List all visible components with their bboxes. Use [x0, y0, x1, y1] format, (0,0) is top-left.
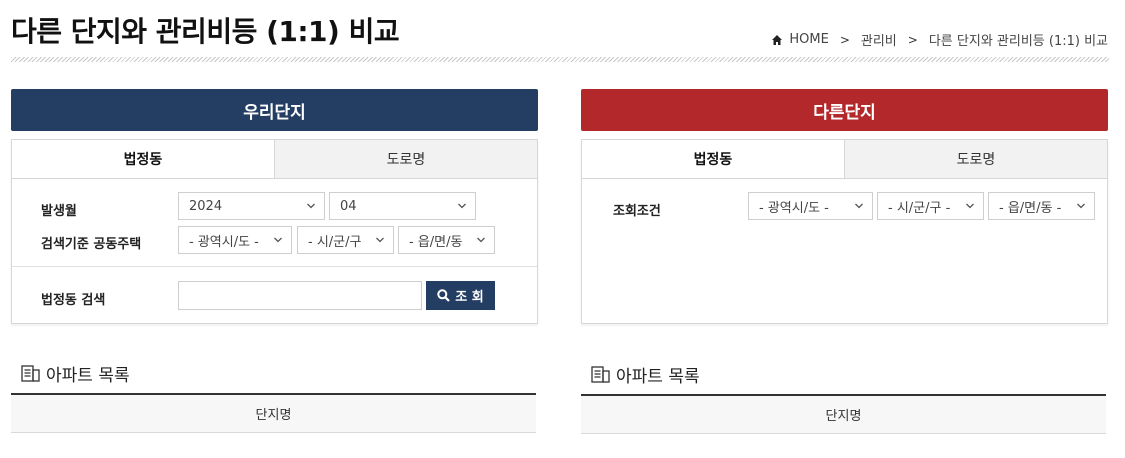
- search-divider: [12, 266, 537, 267]
- our-apartment-list-title: 아파트 목록: [21, 361, 130, 386]
- breadcrumb: HOME > 관리비 > 다른 단지와 관리비등 (1:1) 비교: [771, 30, 1108, 49]
- complex-name-column: 단지명: [825, 409, 862, 424]
- chevron-down-icon: [307, 203, 315, 209]
- town-select[interactable]: - 읍/면/동 -: [988, 192, 1095, 220]
- other-complex-panel: 다른단지 법정동 도로명 조회조건 - 광역시/도 - - 시/군/구 - - …: [581, 89, 1108, 324]
- our-complex-tabs: 법정동 도로명: [12, 140, 537, 179]
- housing-criteria-label: 검색기준 공동주택: [41, 237, 142, 252]
- tab-road-name[interactable]: 도로명: [844, 140, 1107, 178]
- year-select[interactable]: 2024: [178, 192, 325, 220]
- list-title-text: 아파트 목록: [46, 366, 130, 386]
- chevron-down-icon: [966, 203, 974, 209]
- chevron-right-icon: >: [907, 32, 918, 47]
- our-complex-panel: 우리단지 법정동 도로명 발생월 2024 04 검색기준 공동주택 - 광역시…: [11, 89, 538, 324]
- province-select[interactable]: - 광역시/도 -: [178, 226, 292, 254]
- other-apartment-list-title: 아파트 목록: [591, 362, 700, 387]
- title-divider: [11, 57, 1109, 62]
- chevron-right-icon: >: [839, 32, 850, 47]
- breadcrumb-item-current: 다른 단지와 관리비등 (1:1) 비교: [928, 34, 1108, 49]
- list-document-icon: [21, 365, 40, 382]
- issue-month-label: 발생월: [41, 204, 77, 219]
- tab-road-name[interactable]: 도로명: [274, 140, 537, 178]
- dong-search-input[interactable]: [178, 281, 422, 310]
- province-select[interactable]: - 광역시/도 -: [748, 192, 873, 220]
- city-select-value: - 시/군/구 -: [888, 200, 951, 216]
- city-select[interactable]: - 시/군/구: [297, 226, 394, 254]
- page-title: 다른 단지와 관리비등 (1:1) 비교: [11, 15, 400, 48]
- chevron-down-icon: [1077, 203, 1085, 209]
- our-complex-search-box: 법정동 도로명 발생월 2024 04 검색기준 공동주택 - 광역시/도 - …: [11, 139, 538, 324]
- list-document-icon: [591, 366, 610, 383]
- breadcrumb-home[interactable]: HOME: [789, 32, 828, 47]
- tab-legal-dong[interactable]: 법정동: [12, 140, 274, 178]
- condition-label: 조회조건: [613, 204, 661, 219]
- breadcrumb-item-fees[interactable]: 관리비: [861, 30, 897, 49]
- city-select[interactable]: - 시/군/구 -: [877, 192, 984, 220]
- chevron-down-icon: [274, 237, 282, 243]
- month-select-value: 04: [340, 198, 357, 214]
- our-apartment-table-header: 단지명: [11, 393, 536, 433]
- chevron-down-icon: [458, 203, 466, 209]
- tab-legal-dong[interactable]: 법정동: [582, 140, 844, 178]
- dong-search-label: 법정동 검색: [41, 293, 106, 308]
- other-complex-search-box: 법정동 도로명 조회조건 - 광역시/도 - - 시/군/구 - - 읍/면/동…: [581, 139, 1108, 324]
- complex-name-column: 단지명: [255, 408, 292, 423]
- town-select[interactable]: - 읍/면/동: [398, 226, 495, 254]
- province-select-value: - 광역시/도 -: [759, 200, 829, 216]
- province-select-value: - 광역시/도 -: [189, 234, 259, 250]
- town-select-value: - 읍/면/동 -: [999, 200, 1062, 216]
- chevron-down-icon: [855, 203, 863, 209]
- search-button-label: 조 회: [455, 290, 484, 305]
- town-select-value: - 읍/면/동: [409, 234, 463, 250]
- year-select-value: 2024: [189, 198, 223, 214]
- our-complex-header: 우리단지: [11, 89, 538, 131]
- chevron-down-icon: [376, 237, 384, 243]
- city-select-value: - 시/군/구: [308, 234, 362, 250]
- other-complex-tabs: 법정동 도로명: [582, 140, 1107, 179]
- month-select[interactable]: 04: [329, 192, 476, 220]
- chevron-down-icon: [477, 237, 485, 243]
- search-button[interactable]: 조 회: [426, 281, 495, 310]
- other-complex-header: 다른단지: [581, 89, 1108, 131]
- home-icon[interactable]: [771, 34, 783, 46]
- search-icon: [437, 289, 451, 302]
- list-title-text: 아파트 목록: [616, 367, 700, 387]
- other-apartment-table-header: 단지명: [581, 394, 1106, 434]
